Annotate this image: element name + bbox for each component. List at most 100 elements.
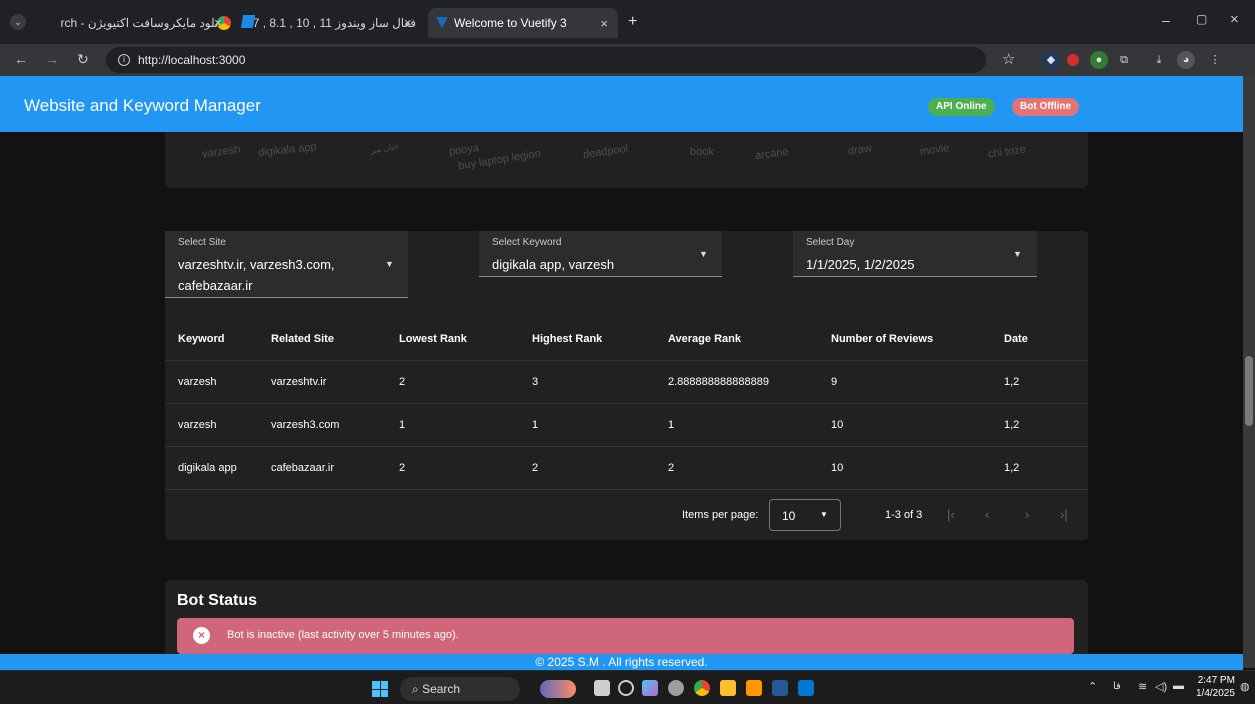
tab-label: دانلود مایکروسافت اکتیویژن - rch — [60, 16, 228, 30]
download-icon[interactable]: ⤓ — [1150, 51, 1168, 69]
cloud-word: digikala app — [257, 140, 318, 160]
day-select-value: 1/1/2025, 1/2/2025 — [806, 257, 915, 272]
app-title: Website and Keyword Manager — [24, 96, 261, 115]
previous-page-icon[interactable]: ‹ — [985, 507, 989, 522]
first-page-icon[interactable]: |‹ — [947, 507, 955, 522]
back-button[interactable]: ← — [14, 51, 28, 67]
table-cell: varzesh — [165, 360, 271, 404]
alert-message: Bot is inactive (last activity over 5 mi… — [227, 629, 459, 641]
tab-label: Welcome to Vuetify 3 — [454, 16, 567, 30]
show-hidden-icons[interactable]: ⌃ — [1088, 680, 1097, 693]
chevron-down-icon: ▼ — [820, 510, 828, 519]
copilot-icon[interactable] — [642, 680, 658, 696]
address-bar[interactable]: i http://localhost:3000 — [106, 47, 986, 73]
forward-button[interactable]: → — [45, 51, 59, 67]
tab-close-button[interactable]: × — [404, 15, 412, 30]
table-cell: cafebazaar.ir — [271, 446, 399, 490]
site-select-value-line: varzeshtv.ir, varzesh3.com, — [178, 257, 335, 272]
column-header[interactable]: Highest Rank — [532, 319, 668, 361]
extensions-puzzle-icon[interactable]: ⧉ — [1115, 51, 1133, 69]
cloud-word: arcane — [754, 145, 790, 163]
new-tab-button[interactable]: + — [628, 13, 637, 31]
page-range: 1-3 of 3 — [885, 509, 923, 521]
column-header[interactable]: Date — [1004, 319, 1088, 361]
day-select-label: Select Day — [806, 237, 855, 248]
tab-close-button[interactable]: × — [600, 16, 608, 31]
cloud-word: deadpool — [582, 142, 629, 162]
day-select[interactable]: Select Day 1/1/2025, 1/2/2025 ▼ — [793, 231, 1037, 277]
media-player-icon[interactable] — [618, 680, 634, 696]
profile-avatar-icon[interactable]: ◕ — [1177, 51, 1195, 69]
column-header[interactable]: Keyword — [165, 319, 271, 361]
column-header[interactable]: Average Rank — [668, 319, 831, 361]
green-extension-icon[interactable]: ● — [1090, 51, 1108, 69]
taskbar-search-box[interactable]: ⌕ Search — [400, 677, 520, 701]
table-cell: 1 — [532, 403, 668, 447]
rank-report-card: Select Site varzeshtv.ir, varzesh3.com, … — [165, 231, 1088, 540]
site-select[interactable]: Select Site varzeshtv.ir, varzesh3.com, … — [165, 231, 408, 298]
close-window-button[interactable]: × — [1230, 11, 1239, 28]
column-header[interactable]: Number of Reviews — [831, 319, 1004, 361]
scrollbar-thumb[interactable] — [1245, 356, 1253, 426]
site-select-value: varzeshtv.ir, varzesh3.com, cafebazaar.i… — [178, 254, 335, 296]
vscode-icon[interactable] — [798, 680, 814, 696]
url-text: http://localhost:3000 — [138, 53, 246, 67]
table-cell: varzesh — [165, 403, 271, 447]
task-view-icon[interactable] — [594, 680, 610, 696]
wifi-icon[interactable]: ≋ — [1138, 680, 1147, 693]
clock[interactable]: 2:47 PM 1/4/2025 — [1196, 674, 1235, 700]
app-footer: © 2025 S.M . All rights reserved. — [0, 654, 1243, 670]
table-cell: 1 — [668, 403, 831, 447]
chrome-taskbar-icon[interactable] — [694, 680, 710, 696]
red-extension-icon[interactable] — [1067, 54, 1079, 66]
site-select-label: Select Site — [178, 237, 226, 248]
table-cell: 1,2 — [1004, 360, 1088, 404]
word-icon[interactable] — [772, 680, 788, 696]
column-header[interactable]: Related Site — [271, 319, 399, 361]
notifications-icon[interactable]: ◍ — [1240, 680, 1250, 693]
keyword-select[interactable]: Select Keyword digikala app, varzesh ▼ — [479, 231, 722, 277]
table-cell: 10 — [831, 403, 1004, 447]
tab-windows-activator[interactable]: فعال ساز ویندوز 11 , 10 , 8.1 , 7 — [236, 8, 426, 38]
browser-tab-bar: ⌄ دانلود مایکروسافت اکتیویژن - rch × فعا… — [0, 0, 1255, 44]
items-per-page-select[interactable]: 10 ▼ — [769, 499, 841, 531]
maximize-button[interactable]: ▢ — [1196, 12, 1207, 26]
column-header[interactable]: Lowest Rank — [399, 319, 532, 361]
minimize-button[interactable]: – — [1162, 12, 1170, 28]
page-scrollbar[interactable] — [1243, 76, 1255, 668]
table-cell: 2 — [399, 446, 532, 490]
reload-button[interactable]: ↻ — [77, 51, 89, 68]
shield-extension-icon[interactable]: ◆ — [1042, 51, 1060, 69]
app-icon[interactable] — [746, 680, 762, 696]
tab-close-button[interactable]: × — [214, 15, 222, 30]
widgets-icon[interactable] — [540, 680, 576, 698]
battery-icon[interactable]: ▬ — [1173, 680, 1184, 692]
bot-status-badge: Bot Offline — [1012, 98, 1080, 116]
tab-label: فعال ساز ویندوز 11 , 10 , 8.1 , 7 — [252, 16, 416, 30]
volume-icon[interactable]: ◁) — [1155, 680, 1167, 693]
search-icon: ⌕ — [412, 682, 423, 696]
app-bar: Website and Keyword Manager API Online B… — [0, 76, 1243, 132]
windows-start-icon[interactable] — [372, 681, 388, 697]
settings-icon[interactable] — [668, 680, 684, 696]
site-favicon-icon — [240, 15, 256, 28]
bookmark-star-icon[interactable]: ☆ — [1002, 50, 1015, 68]
cloud-word: draw — [847, 142, 873, 158]
table-cell: 1,2 — [1004, 403, 1088, 447]
cloud-word: varzesh — [201, 143, 242, 161]
keyword-select-value: digikala app, varzesh — [492, 257, 615, 272]
windows-taskbar: ⌕ Search ⌃ فا ≋ ◁) ▬ 2:47 PM 1/4/2025 ◍ — [0, 670, 1255, 704]
api-status-badge: API Online — [928, 98, 995, 116]
clock-date: 1/4/2025 — [1196, 688, 1235, 699]
browser-menu-icon[interactable]: ⋮ — [1206, 51, 1224, 69]
file-explorer-icon[interactable] — [720, 680, 736, 696]
tab-activation[interactable]: دانلود مایکروسافت اکتیویژن - rch — [32, 8, 237, 38]
bot-inactive-alert: × Bot is inactive (last activity over 5 … — [177, 618, 1074, 654]
tab-vuetify[interactable]: Welcome to Vuetify 3 × — [428, 8, 618, 38]
tab-search-button[interactable]: ⌄ — [10, 14, 26, 30]
cloud-word: chi toze — [987, 143, 1027, 161]
taskbar-search-label: Search — [422, 682, 461, 696]
language-indicator[interactable]: فا — [1113, 681, 1121, 692]
last-page-icon[interactable]: ›| — [1060, 507, 1068, 522]
next-page-icon[interactable]: › — [1025, 507, 1029, 522]
